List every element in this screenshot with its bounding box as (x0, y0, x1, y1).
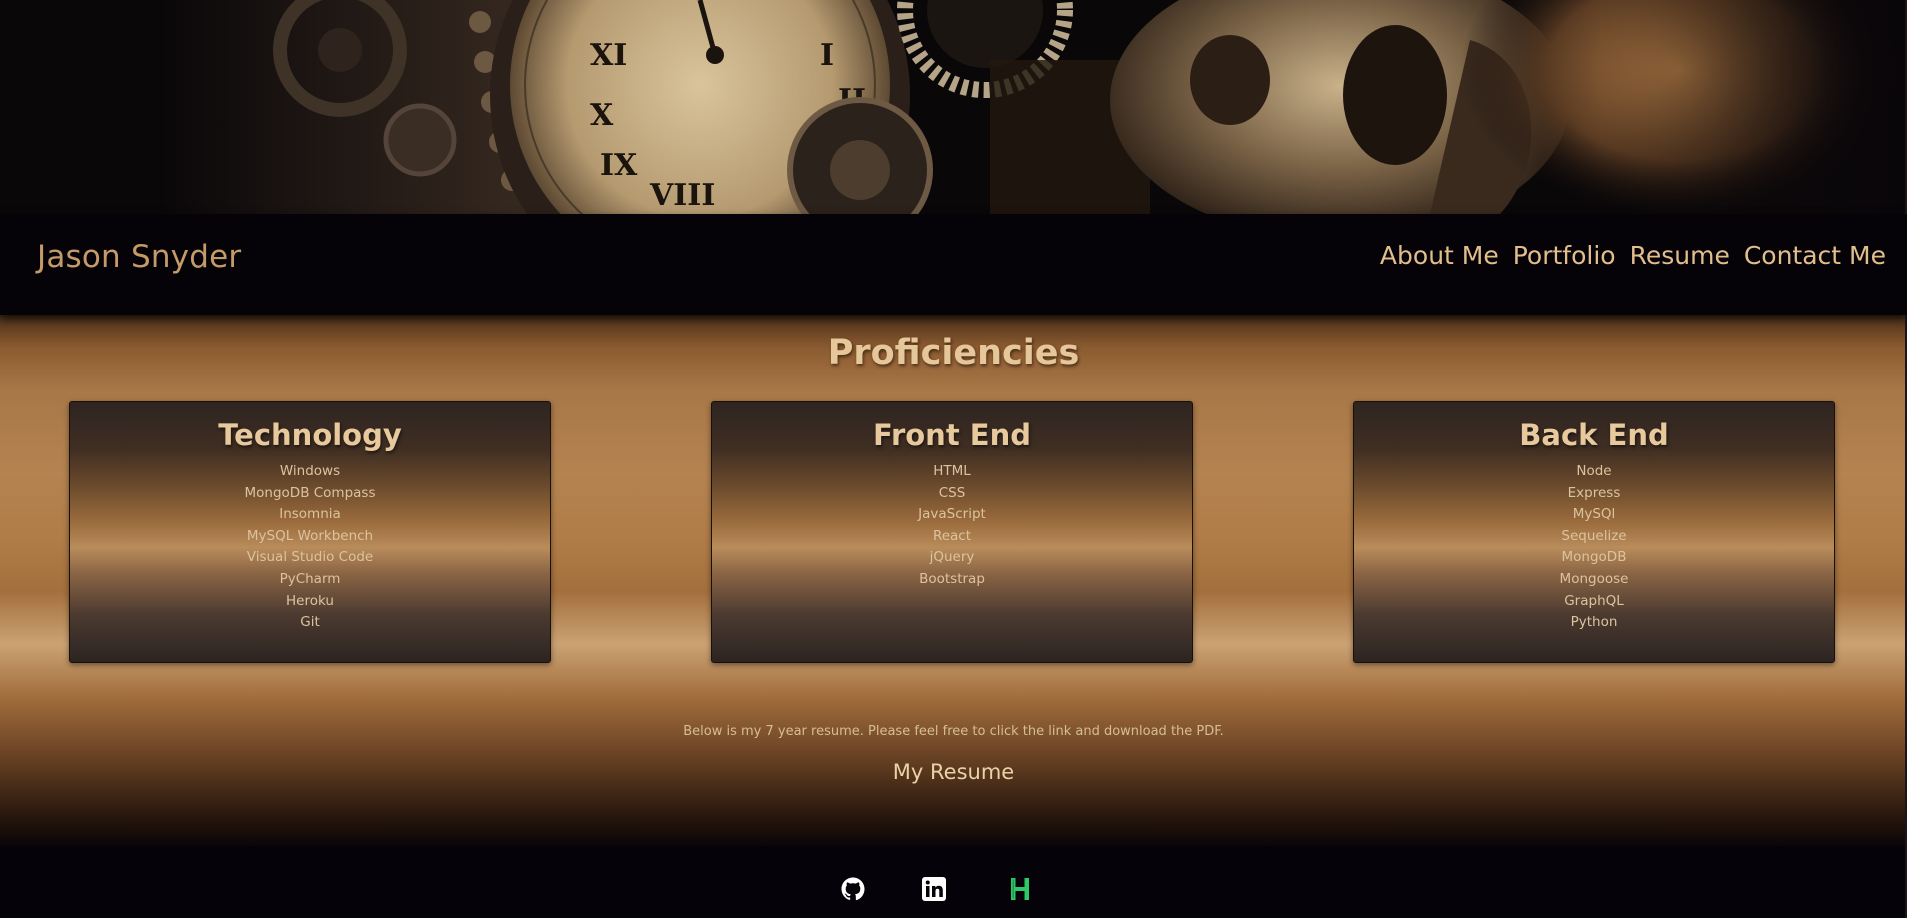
my-resume-link[interactable]: My Resume (0, 760, 1907, 784)
list-item: CSS (938, 484, 966, 501)
nav-resume[interactable]: Resume (1630, 241, 1730, 270)
hackerrank-icon (1011, 878, 1029, 900)
card-title: Technology (218, 418, 402, 452)
nav-contact-me[interactable]: Contact Me (1744, 241, 1886, 270)
svg-text:XI: XI (590, 38, 627, 73)
list-item: Visual Studio Code (246, 549, 374, 566)
list-item: Bootstrap (919, 570, 985, 587)
back-end-card: Back End Node Express MySQl Sequelize Mo… (1353, 401, 1835, 663)
list-item: GraphQL (1564, 592, 1624, 609)
list-item: Heroku (286, 592, 334, 609)
linkedin-icon (922, 877, 946, 901)
brand-name[interactable]: Jason Snyder (37, 239, 241, 275)
main-nav: About Me Portfolio Resume Contact Me (1380, 241, 1886, 270)
list-item: Windows (279, 463, 341, 479)
proficiencies-title: Proficiencies (827, 333, 1080, 373)
resume-description: Below is my 7 year resume. Please feel f… (683, 724, 1224, 739)
svg-text:X: X (590, 98, 614, 133)
list-item: HTML (933, 463, 971, 479)
back-end-list: Node Express MySQl Sequelize MongoDB Mon… (1354, 461, 1834, 634)
github-icon (841, 877, 865, 901)
list-item: Insomnia (279, 506, 341, 523)
list-item: JavaScript (918, 506, 986, 523)
github-link[interactable] (841, 877, 865, 901)
list-item: Python (1570, 614, 1618, 631)
nav-portfolio[interactable]: Portfolio (1513, 241, 1616, 270)
nav-about-me[interactable]: About Me (1380, 241, 1499, 270)
steampunk-banner-image: XI I X IX VIII II (0, 0, 1907, 214)
front-end-list: HTML CSS JavaScript React jQuery Bootstr… (712, 461, 1192, 591)
list-item: Git (300, 614, 320, 631)
technology-card: Technology Windows MongoDB Compass Insom… (69, 401, 551, 663)
list-item: Sequelize (1561, 527, 1627, 544)
list-item: PyCharm (279, 570, 341, 587)
list-item: Node (1576, 463, 1612, 479)
card-title: Front End (873, 418, 1031, 452)
svg-text:I: I (820, 38, 834, 73)
resume-section: Proficiencies Technology Windows MongoDB… (0, 315, 1907, 846)
svg-text:IX: IX (600, 148, 638, 183)
site-footer (0, 846, 1907, 918)
list-item: React (932, 527, 972, 544)
list-item: MongoDB (1561, 549, 1627, 566)
site-header: Jason Snyder About Me Portfolio Resume C… (0, 214, 1907, 315)
hero-banner: XI I X IX VIII II (0, 0, 1907, 214)
hackerrank-link[interactable] (1008, 877, 1032, 901)
list-item: MySQL Workbench (246, 527, 374, 544)
card-title: Back End (1519, 418, 1669, 452)
list-item: MongoDB Compass (244, 484, 376, 501)
technology-list: Windows MongoDB Compass Insomnia MySQL W… (70, 461, 550, 634)
list-item: jQuery (929, 549, 975, 566)
svg-text:VIII: VIII (649, 178, 715, 213)
list-item: Express (1567, 484, 1621, 501)
linkedin-link[interactable] (922, 877, 946, 901)
list-item: Mongoose (1559, 570, 1629, 587)
list-item: MySQl (1572, 506, 1616, 523)
front-end-card: Front End HTML CSS JavaScript React jQue… (711, 401, 1193, 663)
